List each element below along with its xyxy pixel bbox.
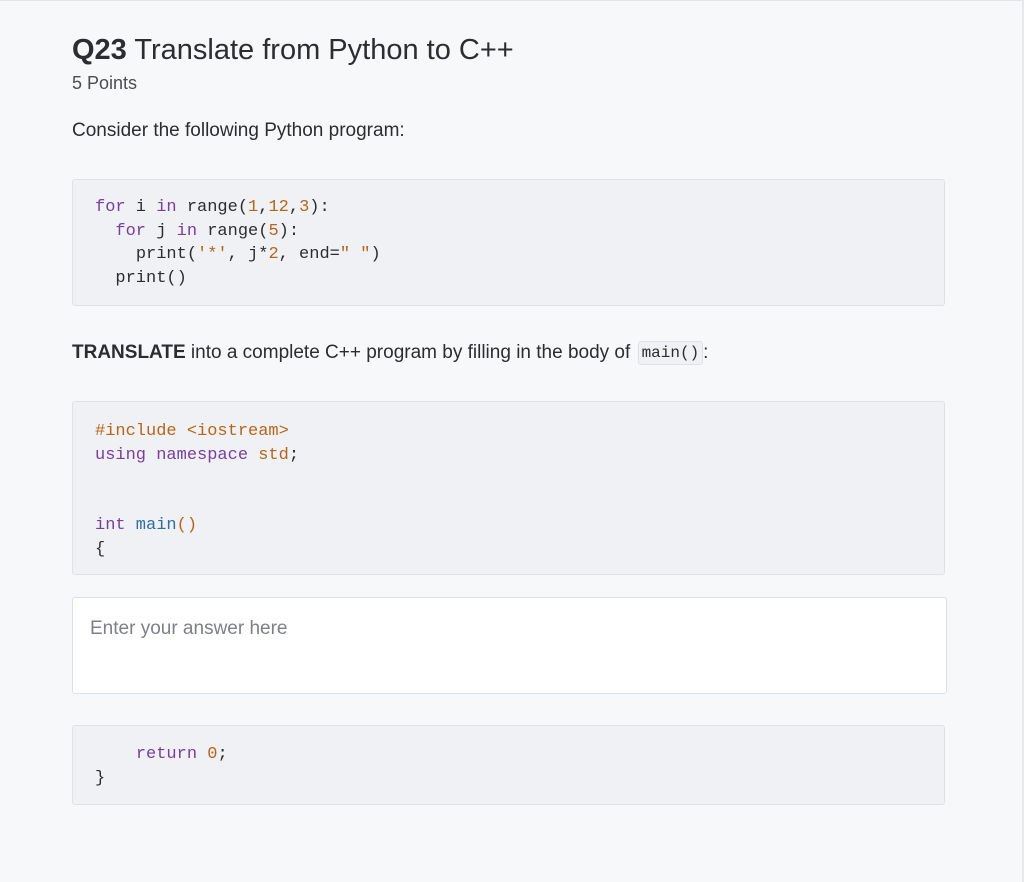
question-header: Q23 Translate from Python to C++ xyxy=(72,34,514,67)
cpp-footer-code-block: return 0; } xyxy=(72,725,945,805)
question-prompt: Consider the following Python program: xyxy=(72,120,405,141)
close-brace: } xyxy=(95,768,106,788)
include-directive: #include <iostream> xyxy=(95,422,289,441)
cpp-header-code-block: #include <iostream> using namespace std;… xyxy=(72,401,945,575)
py-line-1: for i in range(1,12,3): xyxy=(95,198,330,217)
instruction-text: into a complete C++ program by filling i… xyxy=(185,342,636,363)
py-line-2: for j in range(5): xyxy=(115,221,300,241)
cpp-header-code: #include <iostream> using namespace std;… xyxy=(95,420,944,561)
open-brace: { xyxy=(95,539,106,559)
instruction-end: : xyxy=(703,342,709,363)
return-line: return 0; xyxy=(135,745,228,764)
answer-input[interactable] xyxy=(72,597,947,694)
question-title: Translate from Python to C++ xyxy=(134,34,514,66)
python-code: for i in range(1,12,3): for j in range(5… xyxy=(95,196,944,290)
python-code-block: for i in range(1,12,3): for j in range(5… xyxy=(72,179,945,306)
py-line-3: print('*', j*2, end=" ") xyxy=(135,245,381,264)
cpp-footer-code: return 0; } xyxy=(95,743,944,790)
py-line-4: print() xyxy=(115,268,187,288)
top-border xyxy=(0,0,1024,1)
translate-instruction: TRANSLATE into a complete C++ program by… xyxy=(72,341,708,365)
question-points: 5 Points xyxy=(72,73,138,93)
inline-code-main: main() xyxy=(637,341,704,365)
main-signature: int main() xyxy=(95,516,198,535)
question-number: Q23 xyxy=(72,34,127,66)
instruction-bold: TRANSLATE xyxy=(72,342,186,363)
using-line: using namespace std; xyxy=(95,445,300,465)
